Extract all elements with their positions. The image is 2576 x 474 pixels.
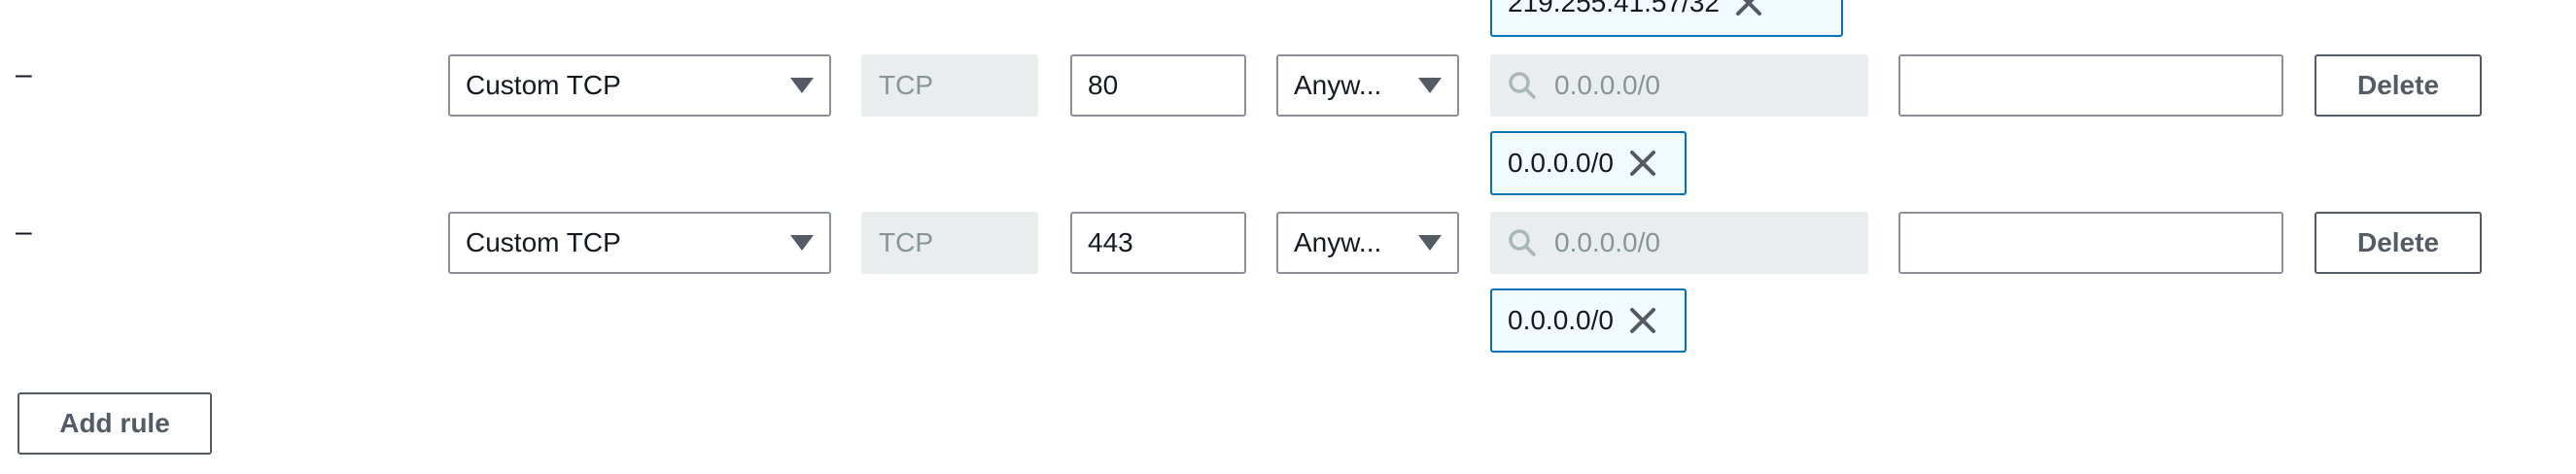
description-input[interactable] <box>1898 54 2283 117</box>
search-icon <box>1509 229 1536 256</box>
port-range-input[interactable]: 80 <box>1070 54 1246 117</box>
type-select-value: Custom TCP <box>466 70 621 100</box>
cidr-search-input: 0.0.0.0/0 <box>1490 212 1868 274</box>
search-icon <box>1509 72 1536 99</box>
protocol-value: TCP <box>879 70 933 100</box>
delete-button[interactable]: Delete <box>2315 212 2482 274</box>
row-dash: – <box>16 216 32 248</box>
token-label: 0.0.0.0/0 <box>1508 148 1614 178</box>
close-icon[interactable] <box>1629 307 1656 334</box>
close-icon[interactable] <box>1629 150 1656 177</box>
source-token: 0.0.0.0/0 <box>1490 288 1687 353</box>
caret-down-icon <box>790 235 814 251</box>
cidr-search-input: 0.0.0.0/0 <box>1490 54 1868 117</box>
delete-label: Delete <box>2356 70 2440 100</box>
source-token: 219.255.41.57/32 <box>1490 0 1843 37</box>
protocol-value: TCP <box>879 227 933 257</box>
source-type-value: Anyw... <box>1294 227 1382 257</box>
description-input[interactable] <box>1898 212 2283 274</box>
add-rule-button[interactable]: Add rule <box>17 392 212 455</box>
delete-label: Delete <box>2356 227 2440 257</box>
port-range-value: 80 <box>1088 70 1119 100</box>
source-type-select[interactable]: Anyw... <box>1276 212 1459 274</box>
caret-down-icon <box>790 78 814 93</box>
token-label: 219.255.41.57/32 <box>1508 0 1720 17</box>
delete-button[interactable]: Delete <box>2315 54 2482 117</box>
source-type-value: Anyw... <box>1294 70 1382 100</box>
close-icon[interactable] <box>1735 0 1762 17</box>
port-range-input[interactable]: 443 <box>1070 212 1246 274</box>
add-rule-label: Add rule <box>59 408 170 438</box>
protocol-field: TCP <box>861 212 1038 274</box>
caret-down-icon <box>1418 235 1442 251</box>
token-label: 0.0.0.0/0 <box>1508 305 1614 335</box>
caret-down-icon <box>1418 78 1442 93</box>
row-dash: – <box>16 58 32 90</box>
search-placeholder: 0.0.0.0/0 <box>1554 70 1660 100</box>
port-range-value: 443 <box>1088 227 1133 257</box>
protocol-field: TCP <box>861 54 1038 117</box>
type-select[interactable]: Custom TCP <box>448 212 831 274</box>
type-select[interactable]: Custom TCP <box>448 54 831 117</box>
type-select-value: Custom TCP <box>466 227 621 257</box>
search-placeholder: 0.0.0.0/0 <box>1554 227 1660 257</box>
source-type-select[interactable]: Anyw... <box>1276 54 1459 117</box>
source-token: 0.0.0.0/0 <box>1490 131 1687 195</box>
